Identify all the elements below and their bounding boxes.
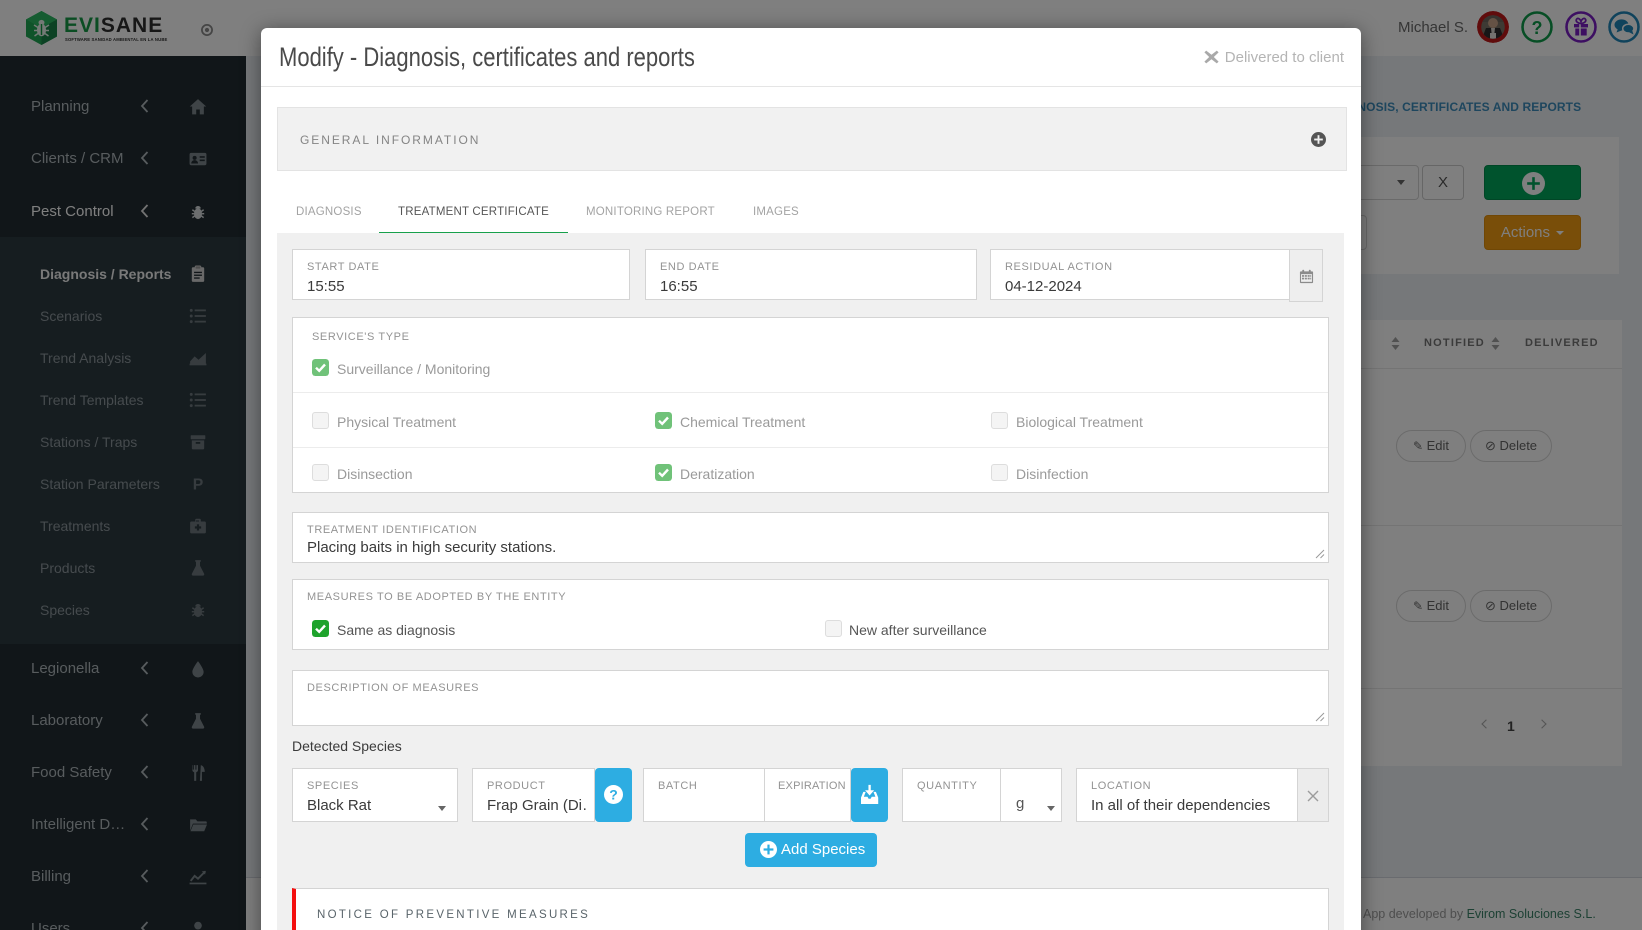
svg-text:?: ? [609,787,618,803]
